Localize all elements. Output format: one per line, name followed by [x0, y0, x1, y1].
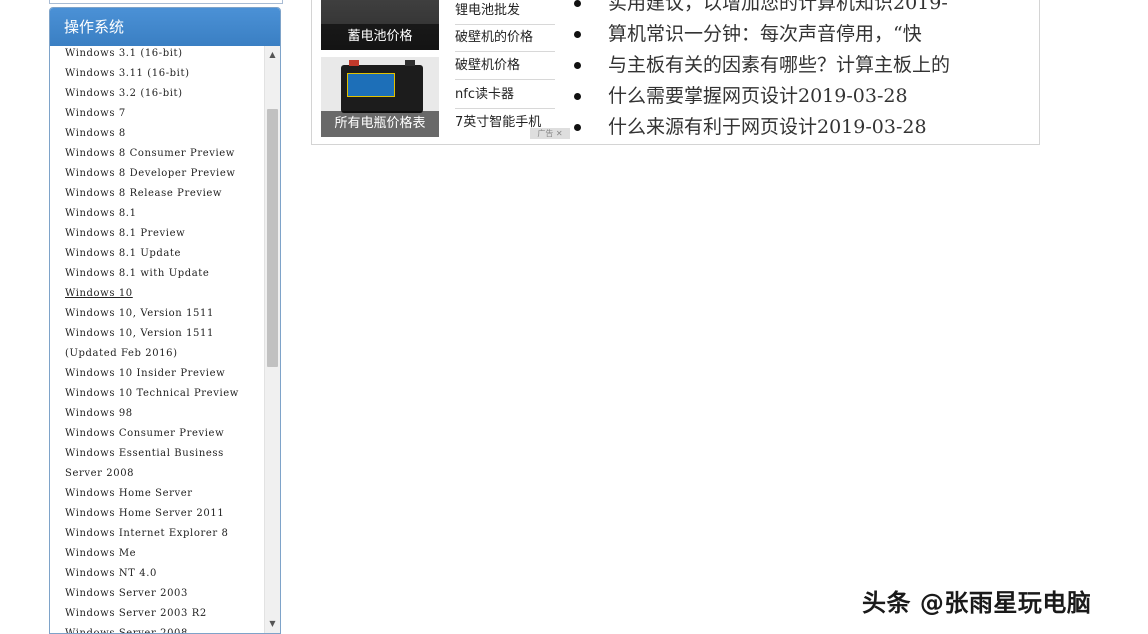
os-category-panel: 操作系统 Windows 3.1 (16-bit) Windows 3.11 (…	[49, 7, 281, 634]
content-box: 蓄电池价格 所有电瓶价格表 锂电池批发 破壁机的价格 破壁机价格 nfc读卡器 …	[311, 0, 1040, 145]
os-list-item[interactable]: Windows 98	[50, 404, 264, 424]
ad-badge[interactable]: 广告 ✕	[530, 128, 570, 139]
varta-label	[347, 73, 395, 97]
bullet-icon	[574, 93, 581, 100]
os-list-item[interactable]: Windows 3.1 (16-bit)	[50, 46, 264, 64]
ad-link[interactable]: nfc读卡器	[455, 82, 555, 109]
bullet-icon	[574, 62, 581, 69]
ad-link[interactable]: 破壁机的价格	[455, 25, 555, 52]
scroll-up-arrow-icon[interactable]: ▲	[265, 48, 280, 62]
article-title[interactable]: 算机常识一分钟：每次声音停用，“快	[608, 19, 922, 49]
os-list-item[interactable]: Windows Server 2003	[50, 584, 264, 604]
os-list-item[interactable]: Windows 8 Release Preview	[50, 184, 264, 204]
os-list-item[interactable]: Windows Internet Explorer 8	[50, 524, 264, 544]
os-panel-title: 操作系统	[50, 8, 280, 46]
ad-link[interactable]: 破壁机价格	[455, 53, 555, 80]
article-title[interactable]: 什么来源有利于网页设计2019-03-28	[608, 112, 927, 142]
os-list-item[interactable]: Windows NT 4.0	[50, 564, 264, 584]
os-list-item[interactable]: Windows Consumer Preview	[50, 424, 264, 444]
watermark: 头条 @张雨星玩电脑	[862, 589, 1092, 617]
os-list-item[interactable]: Windows Home Server 2011	[50, 504, 264, 524]
ad-tile-caption: 所有电瓶价格表	[321, 111, 439, 137]
os-list-item[interactable]: Windows 3.11 (16-bit)	[50, 64, 264, 84]
battery-terminal-positive	[349, 60, 359, 66]
article-item[interactable]: 实用建议，以增加您的计算机知识2019-	[574, 0, 1034, 18]
article-item[interactable]: 算机常识一分钟：每次声音停用，“快	[574, 19, 1034, 49]
os-list-item[interactable]: Windows 10, Version 1511	[50, 304, 264, 324]
ad-link[interactable]: 锂电池批发	[455, 0, 555, 25]
os-list-item[interactable]: Windows 8 Consumer Preview	[50, 144, 264, 164]
battery-image	[341, 60, 423, 113]
ad-tile-varta[interactable]: 所有电瓶价格表	[321, 57, 439, 137]
os-list-item[interactable]: Server 2008	[50, 464, 264, 484]
os-list-item[interactable]: Windows 8.1 Update	[50, 244, 264, 264]
battery-terminal-negative	[405, 60, 415, 66]
os-list-item[interactable]: Windows 3.2 (16-bit)	[50, 84, 264, 104]
ad-tile-battery[interactable]: 蓄电池价格	[321, 0, 439, 50]
os-list-item-current[interactable]: Windows 10	[50, 284, 264, 304]
os-list-item[interactable]: Windows Essential Business	[50, 444, 264, 464]
article-item[interactable]: 什么需要掌握网页设计2019-03-28	[574, 81, 1034, 111]
os-list-item[interactable]: Windows Server 2008	[50, 624, 264, 633]
os-list-item[interactable]: Windows Home Server	[50, 484, 264, 504]
os-list-item[interactable]: Windows Me	[50, 544, 264, 564]
article-title[interactable]: 什么需要掌握网页设计2019-03-28	[608, 81, 908, 111]
article-title[interactable]: 实用建议，以增加您的计算机知识2019-	[608, 0, 948, 18]
os-list-item[interactable]: Windows 8.1 with Update	[50, 264, 264, 284]
previous-panel-edge	[49, 0, 283, 4]
os-list-item[interactable]: Windows 10, Version 1511	[50, 324, 264, 344]
bullet-icon	[574, 31, 581, 38]
bullet-icon	[574, 0, 581, 7]
os-list-item[interactable]: Windows 8	[50, 124, 264, 144]
ad-tile-caption: 蓄电池价格	[321, 24, 439, 50]
os-list-item[interactable]: Windows 10 Technical Preview	[50, 384, 264, 404]
ad-badge-label: 广告	[537, 129, 554, 138]
os-list-item[interactable]: Windows 7	[50, 104, 264, 124]
article-title[interactable]: 与主板有关的因素有哪些？计算主板上的	[608, 50, 950, 80]
os-list-item[interactable]: Windows 8.1 Preview	[50, 224, 264, 244]
os-list[interactable]: Windows 3.1 (16-bit) Windows 3.11 (16-bi…	[50, 46, 264, 633]
os-list-item[interactable]: Windows 8.1	[50, 204, 264, 224]
os-list-item[interactable]: (Updated Feb 2016)	[50, 344, 264, 364]
os-list-item[interactable]: Windows 10 Insider Preview	[50, 364, 264, 384]
article-item[interactable]: 与主板有关的因素有哪些？计算主板上的	[574, 50, 1034, 80]
os-list-scrollbar[interactable]: ▲ ▼	[264, 46, 280, 633]
article-item[interactable]: 什么来源有利于网页设计2019-03-28	[574, 112, 1034, 142]
os-list-item[interactable]: Windows 8 Developer Preview	[50, 164, 264, 184]
scroll-down-arrow-icon[interactable]: ▼	[265, 617, 280, 631]
bullet-icon	[574, 124, 581, 131]
scroll-thumb[interactable]	[267, 109, 278, 367]
os-list-item[interactable]: Windows Server 2003 R2	[50, 604, 264, 624]
